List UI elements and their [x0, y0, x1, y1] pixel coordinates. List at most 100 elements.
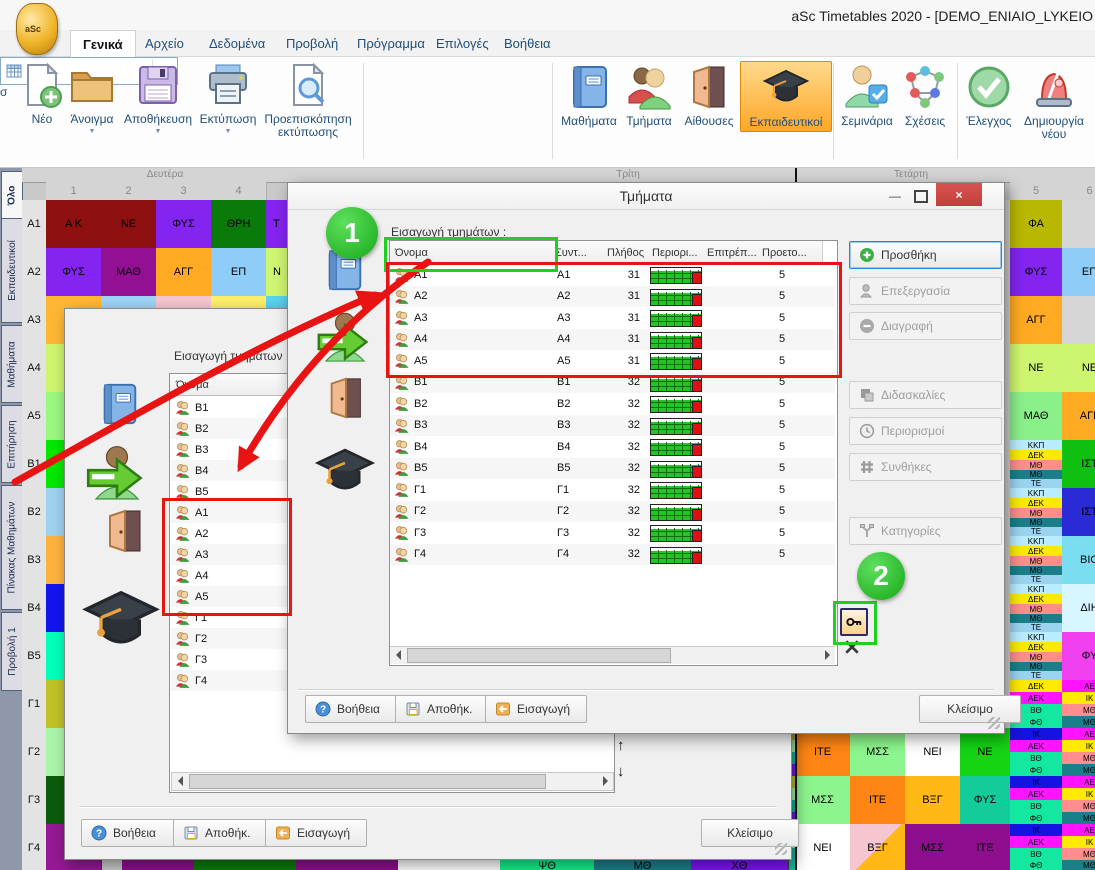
table-row-B1[interactable]: B1B1325 [390, 372, 835, 394]
ribbon-Εκπαιδευτικοί[interactable]: Εκπαιδευτικοί [740, 61, 832, 132]
table-row-A5[interactable]: A5A5315 [390, 350, 835, 372]
timetable-cell-ΜΣΣ: ΜΣΣ [795, 776, 851, 825]
list-item-label: A4 [195, 570, 208, 582]
menu-tab-Γενικά[interactable]: Γενικά [70, 30, 136, 58]
column-header-Όνομα[interactable]: Όνομα∕ [390, 241, 561, 264]
ribbon-Άνοιγμα[interactable]: Άνοιγμα▼ [60, 61, 124, 135]
maximize-button[interactable] [910, 187, 932, 205]
table-row-B2[interactable]: B2B2325 [390, 393, 835, 415]
table-row-B5[interactable]: B5B5325 [390, 458, 835, 480]
cell-short: A5 [557, 350, 597, 372]
ribbon-Αίθουσες[interactable]: Αίθουσες [680, 61, 738, 130]
move-up-button[interactable]: ↑ [617, 737, 625, 754]
table-row-B3[interactable]: B3B3325 [390, 415, 835, 437]
ribbon-divider [833, 63, 834, 159]
students-import-icon [314, 311, 376, 361]
ribbon-Δημιουργία[interactable]: Δημιουργίανέου [1022, 61, 1086, 143]
side-tab-Πίνακας Μαθημάτων[interactable]: Πίνακας Μαθημάτων [1, 485, 23, 610]
αποθήκ-button[interactable]: Αποθήκ. [173, 819, 275, 847]
cell-count: 32 [602, 415, 640, 437]
ribbon-Έλεγχος[interactable]: Έλεγχος [960, 61, 1018, 130]
column-header-Προετο...[interactable]: Προετο... [757, 241, 823, 264]
move-down-button[interactable]: ↓ [617, 763, 625, 780]
ribbon-Μαθήματα[interactable]: Μαθήματα [560, 61, 618, 130]
ribbon-label: Αίθουσες [684, 115, 733, 128]
scroll-thumb[interactable] [189, 774, 546, 789]
side-tab-Επιτήρηση[interactable]: Επιτήρηση [1, 405, 23, 483]
κατηγορίες-button[interactable]: Κατηγορίες [849, 517, 1002, 545]
menu-tab-Αρχείο[interactable]: Αρχείο [133, 30, 196, 57]
διδασκαλίες-button[interactable]: Διδασκαλίες [849, 381, 1002, 409]
table-row-A1[interactable]: A1A1315 [390, 264, 835, 286]
cell-name: Γ2 [394, 501, 544, 523]
επεξεργασία-button[interactable]: Επεξεργασία [849, 277, 1002, 305]
table-row-Γ3[interactable]: Γ3Γ3325 [390, 522, 835, 544]
εισαγωγή-button[interactable]: Εισαγωγή [265, 819, 367, 847]
ribbon-Σεμινάρια[interactable]: Σεμινάρια [838, 61, 896, 130]
chevron-down-icon[interactable]: ▼ [155, 128, 162, 135]
scroll-thumb[interactable] [407, 648, 671, 663]
ribbon-Προεπισκόπηση[interactable]: Προεπισκόπησηεκτύπωσης [266, 61, 350, 139]
timetable-cell-ΒΙΟ: ΒΙΟ [1062, 536, 1095, 585]
menu-tab-Επιλογές[interactable]: Επιλογές [424, 30, 501, 57]
ribbon-label: Μαθήματα [561, 115, 617, 128]
scroll-left-icon[interactable] [172, 773, 188, 788]
table-row-Γ2[interactable]: Γ2Γ2325 [390, 501, 835, 523]
cell-name: A1 [394, 264, 544, 286]
timetable-cell [1062, 296, 1095, 345]
βοήθεια-button[interactable]: ?Βοήθεια [305, 695, 407, 723]
table-row-A2[interactable]: A2A2315 [390, 286, 835, 308]
side-tab-Μαθήματα[interactable]: Μαθήματα [1, 325, 23, 403]
minimize-button[interactable]: — [884, 187, 906, 205]
svg-text:?: ? [96, 829, 102, 840]
table-row-Γ4[interactable]: Γ4Γ4325 [390, 544, 835, 566]
key-button[interactable] [840, 608, 868, 636]
step-badge-1: 1 [326, 207, 378, 259]
cell-name: B2 [394, 393, 544, 415]
x-mark-icon[interactable] [844, 639, 860, 655]
scroll-right-icon[interactable] [597, 773, 613, 788]
ribbon-Σχέσεις[interactable]: Σχέσεις [896, 61, 954, 130]
menu-tab-Προβολή[interactable]: Προβολή [274, 30, 350, 57]
αποθήκ-button[interactable]: Αποθήκ. [395, 695, 497, 723]
close-dialog-button[interactable]: Κλείσιμο [919, 695, 1021, 723]
βοήθεια-button[interactable]: ?Βοήθεια [81, 819, 183, 847]
table-hscrollbar[interactable] [390, 646, 835, 664]
side-tab-Προβολή 1[interactable]: Προβολή 1 [1, 612, 23, 691]
row-header-Γ1: Γ1 [22, 680, 47, 729]
προσθήκη-button[interactable]: Προσθήκη [849, 241, 1002, 269]
table-row-A3[interactable]: A3A3315 [390, 307, 835, 329]
ribbon-Τμήματα[interactable]: Τμήματα [620, 61, 678, 130]
resize-grip[interactable] [988, 717, 1000, 729]
συνθήκες-button[interactable]: Συνθήκες [849, 453, 1002, 481]
row-header-B1: B1 [22, 440, 47, 489]
table-row-Γ1[interactable]: Γ1Γ1325 [390, 479, 835, 501]
step-badge-2: 2 [857, 552, 905, 600]
εισαγωγή-button[interactable]: Εισαγωγή [485, 695, 587, 723]
menu-tab-Δεδομένα[interactable]: Δεδομένα [197, 30, 277, 57]
ribbon-divider [363, 63, 364, 159]
ribbon-Αποθήκευση[interactable]: Αποθήκευση▼ [126, 61, 190, 135]
side-tab-Εκπαιδευτικοί[interactable]: Εκπαιδευτικοί [1, 218, 23, 323]
scroll-left-icon[interactable] [390, 647, 406, 662]
classes-table[interactable]: Όνομα∕Συντ...ΠλήθοςΠεριορι...Επιτρέπ...Π… [389, 240, 838, 666]
menu-tab-Βοήθεια[interactable]: Βοήθεια [492, 30, 563, 57]
side-tab-Όλο[interactable]: Όλο [1, 171, 23, 220]
title-bar: aSc Timetables 2020 - [DEMO_ENIAIO_LYKEI… [0, 0, 1095, 30]
person-pair-icon [394, 461, 409, 476]
ribbon-Εκτύπωση[interactable]: Εκτύπωση▼ [196, 61, 260, 135]
table-row-A4[interactable]: A4A4315 [390, 329, 835, 351]
scroll-right-icon[interactable] [819, 647, 835, 662]
διαγραφή-button[interactable]: Διαγραφή [849, 312, 1002, 340]
chevron-down-icon[interactable]: ▼ [89, 128, 96, 135]
person-pair-icon [175, 652, 190, 667]
resize-grip[interactable] [775, 843, 787, 855]
περιορισμοί-button[interactable]: Περιορισμοί [849, 417, 1002, 445]
table-row-B4[interactable]: B4B4325 [390, 436, 835, 458]
back-list-hscrollbar[interactable] [171, 772, 614, 791]
chevron-down-icon[interactable]: ▼ [225, 128, 232, 135]
close-icon[interactable]: × [936, 183, 982, 206]
cell-prep: 5 [757, 479, 807, 501]
print-icon [204, 61, 252, 109]
cell-short: Γ2 [557, 501, 597, 523]
